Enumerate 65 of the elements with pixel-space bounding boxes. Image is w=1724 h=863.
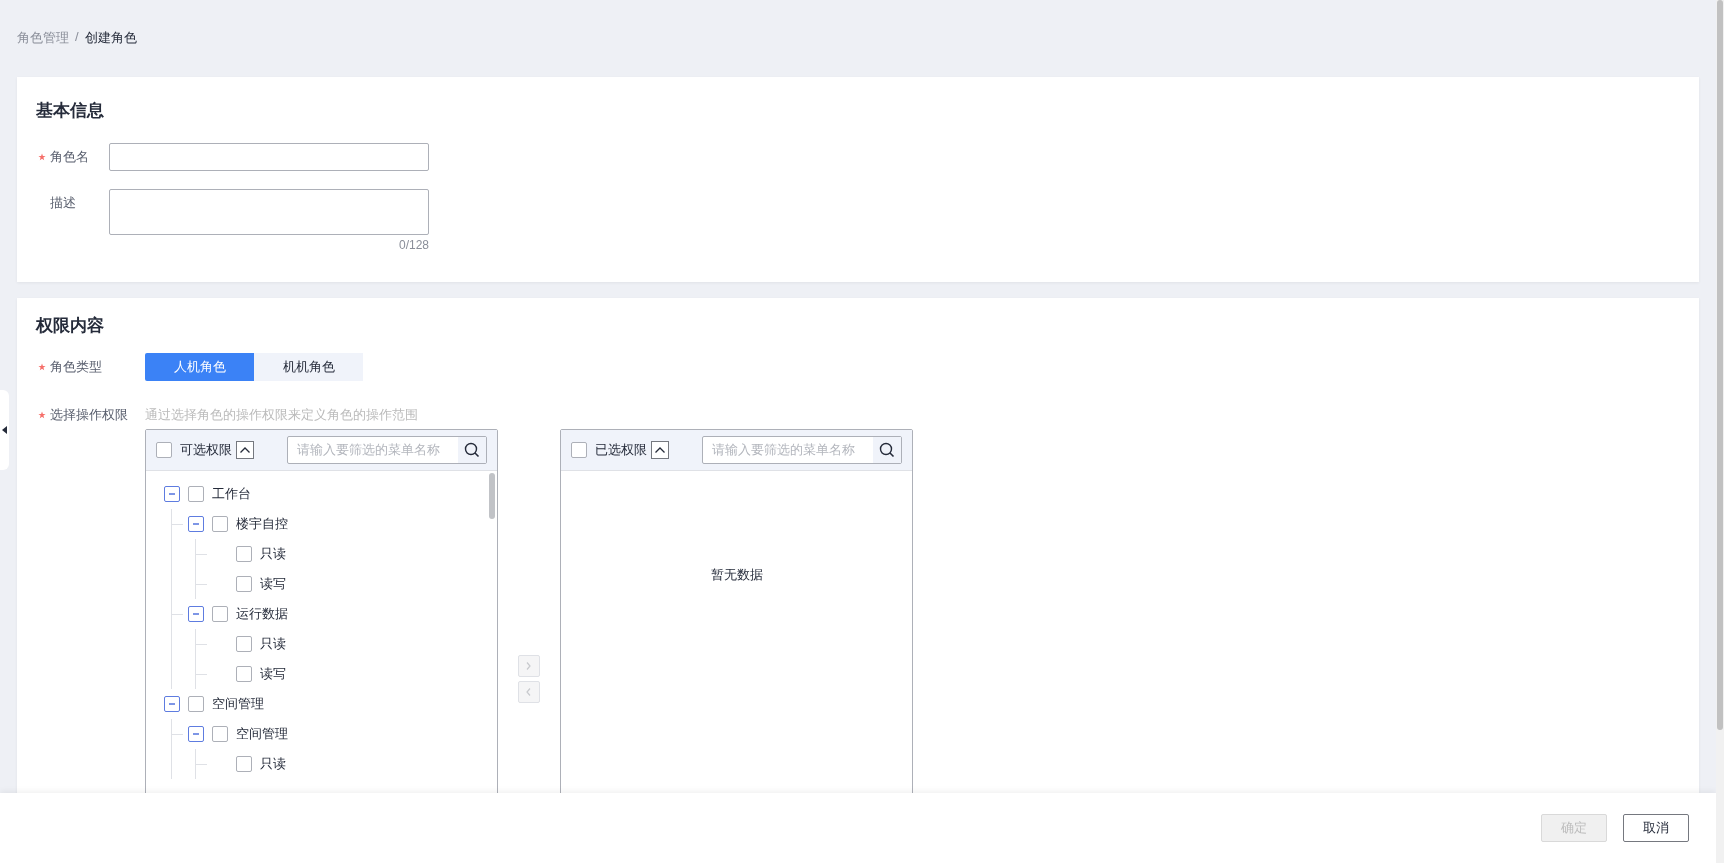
checkbox[interactable] <box>571 442 587 458</box>
checkbox[interactable] <box>156 442 172 458</box>
tree-item-label[interactable]: 空间管理 <box>212 695 264 713</box>
tree-item-label[interactable]: 工作台 <box>212 485 251 503</box>
hint-text: 通过选择角色的操作权限来定义角色的操作范围 <box>145 406 419 424</box>
collapse-button[interactable] <box>236 441 254 459</box>
minus-icon <box>192 610 200 618</box>
collapse-toggle[interactable] <box>188 516 204 532</box>
tree-item-label[interactable]: 只读 <box>260 545 286 563</box>
tree-item-label[interactable]: 运行数据 <box>236 605 288 623</box>
collapse-button[interactable] <box>651 441 669 459</box>
character-counter: 0/128 <box>398 238 429 252</box>
tree-item-label[interactable]: 楼宇自控 <box>236 515 288 533</box>
minus-icon <box>168 700 176 708</box>
checkbox[interactable] <box>236 666 252 682</box>
field-label: 角色类型 <box>50 358 102 376</box>
checkbox[interactable] <box>236 546 252 562</box>
caret-icon <box>654 446 666 454</box>
scrollbar[interactable] <box>489 473 495 519</box>
checkbox[interactable] <box>236 756 252 772</box>
panel-title: 已选权限 <box>595 441 647 459</box>
empty-text: 暂无数据 <box>709 566 764 584</box>
checkbox[interactable] <box>236 636 252 652</box>
tree-item-label[interactable]: 只读 <box>260 635 286 653</box>
tree-item-label[interactable]: 只读 <box>260 755 286 773</box>
minus-icon <box>192 520 200 528</box>
collapse-toggle[interactable] <box>188 606 204 622</box>
caret-icon <box>239 446 251 454</box>
sidebar-toggle[interactable] <box>0 390 9 470</box>
checkbox[interactable] <box>212 726 228 742</box>
minus-icon <box>192 730 200 738</box>
section-title: 基本信息 <box>36 100 105 122</box>
field-label: 角色名 <box>50 148 89 166</box>
tree-item-label[interactable]: 读写 <box>260 575 286 593</box>
checkbox[interactable] <box>212 606 228 622</box>
panel-title: 可选权限 <box>180 441 232 459</box>
cancel-button[interactable]: 取消 <box>1623 814 1689 842</box>
field-label: 选择操作权限 <box>50 406 128 424</box>
section-title: 权限内容 <box>36 315 105 337</box>
collapse-toggle[interactable] <box>188 726 204 742</box>
textarea-field[interactable] <box>109 189 429 235</box>
segment-option[interactable]: 机机角色 <box>254 353 363 381</box>
collapse-toggle[interactable] <box>164 696 180 712</box>
required-icon <box>38 363 46 371</box>
required-icon <box>38 411 46 419</box>
search-field[interactable]: 请输入要筛选的菜单名称 <box>702 436 902 464</box>
breadcrumb-separator: / <box>75 29 79 46</box>
tree-item-label[interactable]: 读写 <box>260 665 286 683</box>
caret-icon <box>2 426 7 434</box>
tree-item-label[interactable]: 空间管理 <box>236 725 288 743</box>
checkbox[interactable] <box>236 576 252 592</box>
scrollbar[interactable] <box>1717 0 1723 730</box>
breadcrumb-item: 创建角色 <box>84 29 137 47</box>
field-label: 描述 <box>50 194 76 212</box>
required-icon <box>38 153 46 161</box>
collapse-toggle[interactable] <box>164 486 180 502</box>
checkbox[interactable] <box>188 486 204 502</box>
search-icon[interactable] <box>464 442 480 458</box>
search-icon[interactable] <box>879 442 895 458</box>
checkbox[interactable] <box>212 516 228 532</box>
segment-option[interactable]: 人机角色 <box>145 353 254 381</box>
minus-icon <box>168 490 176 498</box>
search-field[interactable]: 请输入要筛选的菜单名称 <box>287 436 487 464</box>
input-field[interactable] <box>109 143 429 171</box>
checkbox[interactable] <box>188 696 204 712</box>
